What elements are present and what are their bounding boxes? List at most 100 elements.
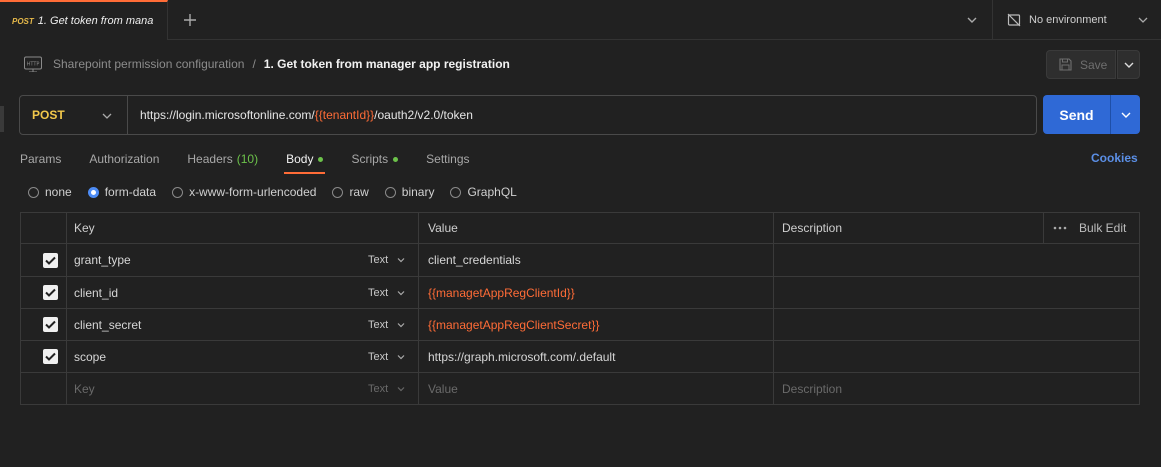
tab-headers[interactable]: Headers (10) [187, 146, 258, 172]
bulk-edit-button[interactable]: Bulk Edit [1079, 213, 1126, 243]
tab-params[interactable]: Params [20, 146, 61, 172]
headers-count: (10) [236, 152, 259, 166]
table-row: client_id Text {{managetAppRegClientId}} [21, 277, 1139, 309]
body-type-none[interactable]: none [28, 185, 72, 199]
radio-urlencoded[interactable] [172, 186, 184, 198]
radio-graphql[interactable] [450, 186, 462, 198]
request-header: HTTP Sharepoint permission configuration… [0, 40, 1161, 90]
chevron-down-icon [102, 113, 112, 119]
row-key[interactable]: scope [74, 341, 106, 372]
new-row: Key Text Value Description [21, 373, 1139, 404]
row-checkbox[interactable] [43, 244, 58, 276]
new-tab-button[interactable] [180, 10, 200, 30]
tab-method: POST [12, 16, 34, 26]
checkmark-icon [45, 256, 56, 265]
method-value: POST [32, 108, 65, 122]
tab-scripts[interactable]: Scripts [351, 146, 399, 172]
body-type-binary[interactable]: binary [384, 185, 434, 199]
chevron-down-icon [1124, 62, 1133, 68]
radio-form-data[interactable] [87, 186, 99, 198]
row-key[interactable]: client_id [74, 277, 118, 308]
row-value[interactable]: {{managetAppRegClientId}} [428, 277, 575, 308]
body-type-urlencoded[interactable]: x-www-form-urlencoded [172, 185, 316, 199]
body-type-raw[interactable]: raw [332, 185, 369, 199]
checkmark-icon [45, 352, 56, 361]
radio-none[interactable] [28, 186, 39, 198]
chevron-down-icon [397, 322, 405, 327]
chevron-down-icon [967, 17, 977, 23]
table-row: scope Text https://graph.microsoft.com/.… [21, 341, 1139, 373]
breadcrumb: Sharepoint permission configuration / 1.… [53, 57, 510, 71]
environment-selector[interactable]: No environment [992, 0, 1161, 40]
breadcrumb-collection[interactable]: Sharepoint permission configuration [53, 57, 244, 71]
tab-authorization[interactable]: Authorization [89, 146, 159, 172]
url-bar: POST https://login.microsoftonline.com/{… [19, 95, 1037, 135]
row-type-select[interactable]: Text [368, 277, 406, 308]
new-description-input[interactable]: Description [782, 373, 842, 404]
row-value[interactable]: client_credentials [428, 244, 521, 276]
body-indicator-dot [318, 156, 324, 162]
tab-settings[interactable]: Settings [426, 146, 469, 172]
row-type-select[interactable]: Text [368, 309, 406, 340]
url-prefix: https://login.microsoftonline.com/ [140, 108, 315, 122]
scripts-indicator-dot [393, 156, 399, 162]
request-title[interactable]: 1. Get token from manager app registrati… [264, 57, 510, 71]
save-icon [1059, 58, 1072, 71]
chevron-down-icon [397, 354, 405, 359]
send-button[interactable]: Send [1043, 95, 1110, 134]
tab-bar: POST 1. Get token from mana No environme… [0, 0, 1161, 40]
radio-raw[interactable] [332, 186, 344, 198]
send-options-button[interactable] [1110, 95, 1140, 134]
http-icon: HTTP [24, 56, 42, 72]
new-type-select[interactable]: Text [368, 373, 406, 404]
method-select[interactable]: POST [20, 96, 128, 134]
url-input[interactable]: https://login.microsoftonline.com/{{tena… [128, 108, 1036, 122]
tab-body[interactable]: Body [284, 146, 326, 174]
table-row: grant_type Text client_credentials [21, 244, 1139, 277]
row-checkbox[interactable] [43, 341, 58, 372]
column-header-value: Value [428, 221, 458, 235]
body-type-form-data[interactable]: form-data [87, 185, 156, 199]
chevron-down-icon [397, 258, 405, 263]
save-label: Save [1080, 57, 1108, 72]
new-key-input[interactable]: Key [74, 373, 95, 404]
chevron-down-icon [1138, 17, 1148, 23]
checkmark-icon [45, 288, 56, 297]
tab-name: 1. Get token from mana [37, 15, 154, 27]
row-type-select[interactable]: Text [368, 244, 406, 276]
cookies-link[interactable]: Cookies [1091, 151, 1138, 165]
row-value[interactable]: {{managetAppRegClientSecret}} [428, 309, 599, 340]
column-header-key: Key [74, 221, 95, 235]
table-header: Key Value Description Bulk Edit [21, 213, 1139, 244]
row-key[interactable]: client_secret [74, 309, 141, 340]
save-options-button[interactable] [1117, 50, 1140, 79]
radio-binary[interactable] [384, 186, 396, 198]
more-options-icon[interactable] [1053, 213, 1067, 243]
breadcrumb-separator: / [252, 57, 256, 71]
request-tabs: Params Authorization Headers (10) Body Sc… [20, 146, 498, 174]
new-value-input[interactable]: Value [428, 373, 458, 404]
row-checkbox[interactable] [43, 277, 58, 308]
row-value[interactable]: https://graph.microsoft.com/.default [428, 341, 615, 372]
tabs-dropdown-button[interactable] [962, 10, 982, 30]
no-environment-icon [1007, 13, 1021, 27]
plus-icon [184, 14, 196, 26]
body-type-graphql[interactable]: GraphQL [450, 185, 517, 199]
row-key[interactable]: grant_type [74, 244, 131, 276]
request-tab[interactable]: POST 1. Get token from mana [0, 0, 168, 40]
body-type-options: none form-data x-www-form-urlencoded raw… [28, 184, 533, 200]
checkmark-icon [45, 320, 56, 329]
form-data-table: Key Value Description Bulk Edit grant_ty… [20, 212, 1140, 405]
svg-text:HTTP: HTTP [27, 62, 40, 68]
save-button[interactable]: Save [1046, 50, 1116, 79]
environment-label: No environment [1029, 14, 1107, 26]
url-suffix: /oauth2/v2.0/token [374, 108, 473, 122]
chevron-down-icon [397, 290, 405, 295]
row-checkbox[interactable] [43, 309, 58, 340]
url-variable: {{tenantId}} [314, 108, 375, 122]
column-header-description: Description [782, 221, 843, 235]
row-type-select[interactable]: Text [368, 341, 406, 372]
chevron-down-icon [397, 386, 405, 391]
sidebar-edge [0, 106, 4, 132]
table-row: client_secret Text {{managetAppRegClient… [21, 309, 1139, 341]
